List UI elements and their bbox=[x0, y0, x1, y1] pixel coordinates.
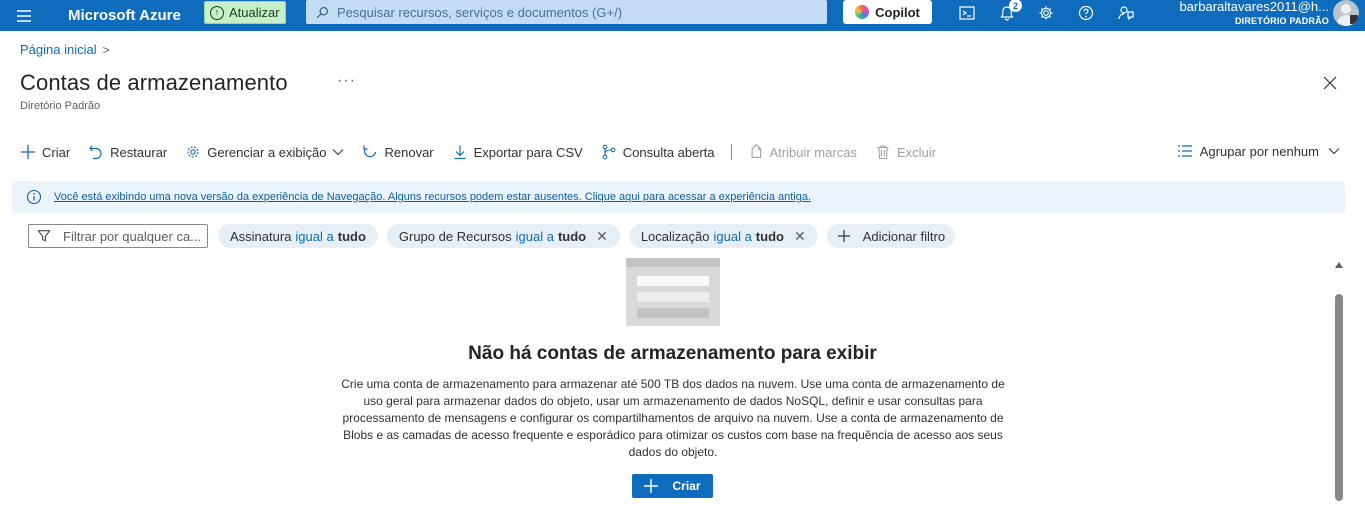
refresh-label: Renovar bbox=[384, 144, 434, 160]
info-banner: Você está exibindo uma nova versão da ex… bbox=[12, 181, 1345, 213]
create-command[interactable]: Criar bbox=[20, 144, 70, 160]
update-button[interactable]: ↑ Atualizar bbox=[204, 1, 286, 24]
pill-field: Assinatura bbox=[230, 228, 292, 244]
pill-field: Grupo de Recursos bbox=[398, 228, 512, 244]
help-icon[interactable] bbox=[1076, 3, 1096, 23]
remove-filter-icon[interactable]: ✕ bbox=[596, 228, 608, 245]
filter-pill-subscription[interactable]: Assinatura igual a tudo bbox=[218, 224, 378, 248]
pill-operator: igual a bbox=[515, 228, 554, 244]
delete-command[interactable]: Excluir bbox=[875, 144, 936, 160]
settings-gear-icon[interactable] bbox=[1036, 3, 1056, 23]
undo-icon bbox=[89, 145, 102, 160]
pill-value: tudo bbox=[755, 228, 784, 244]
chevron-down-icon bbox=[1328, 148, 1340, 155]
avatar[interactable] bbox=[1333, 0, 1359, 26]
more-options-button[interactable]: ··· bbox=[337, 72, 356, 90]
feedback-icon[interactable] bbox=[1116, 3, 1136, 23]
copilot-label: Copilot bbox=[875, 4, 920, 20]
notifications-icon[interactable]: 2 bbox=[997, 0, 1022, 23]
group-by-dropdown[interactable]: Agrupar por nenhum bbox=[1177, 143, 1340, 159]
global-search[interactable] bbox=[306, 0, 827, 24]
add-filter-label: Adicionar filtro bbox=[862, 228, 946, 244]
group-by-label: Agrupar por nenhum bbox=[1199, 143, 1319, 159]
breadcrumb-home[interactable]: Página inicial bbox=[20, 42, 97, 57]
manage-view-command[interactable]: Gerenciar a exibição bbox=[185, 144, 344, 160]
filter-pill-resource-group[interactable]: Grupo de Recursos igual a tudo ✕ bbox=[386, 224, 620, 248]
assign-tags-command[interactable]: Atribuir marcas bbox=[748, 144, 857, 160]
vertical-scrollbar[interactable] bbox=[1333, 258, 1345, 519]
command-separator bbox=[730, 144, 732, 160]
pill-value: tudo bbox=[557, 228, 587, 244]
search-input[interactable] bbox=[337, 4, 817, 20]
refresh-command[interactable]: Renovar bbox=[362, 144, 434, 160]
add-filter-button[interactable]: Adicionar filtro bbox=[826, 224, 956, 248]
download-icon bbox=[454, 145, 466, 160]
filter-box[interactable] bbox=[28, 224, 208, 248]
empty-state-title: Não há contas de armazenamento para exib… bbox=[468, 343, 877, 364]
query-icon bbox=[602, 144, 616, 160]
plus-icon bbox=[644, 479, 659, 493]
illustration-row bbox=[637, 308, 709, 318]
funnel-icon bbox=[37, 230, 51, 242]
page-subtitle: Diretório Padrão bbox=[20, 100, 101, 112]
open-query-command[interactable]: Consulta aberta bbox=[601, 144, 715, 160]
scroll-thumb[interactable] bbox=[1335, 294, 1343, 501]
brand-title[interactable]: Microsoft Azure bbox=[68, 7, 181, 24]
refresh-icon bbox=[363, 145, 377, 158]
plus-icon bbox=[21, 145, 35, 159]
create-label: Criar bbox=[42, 144, 71, 160]
pill-field: Localização bbox=[640, 228, 710, 244]
close-icon[interactable] bbox=[1322, 75, 1338, 91]
list-icon bbox=[1177, 145, 1192, 157]
illustration-header bbox=[626, 258, 720, 267]
account-directory: DIRETÓRIO PADRÃO bbox=[1234, 16, 1329, 26]
empty-state-description: Crie uma conta de armazenamento para arm… bbox=[341, 377, 1005, 459]
chevron-down-icon bbox=[333, 149, 344, 156]
copilot-icon bbox=[855, 5, 870, 19]
info-icon bbox=[26, 189, 42, 205]
search-icon bbox=[316, 6, 328, 18]
restore-command[interactable]: Restaurar bbox=[88, 144, 167, 160]
empty-list-illustration bbox=[626, 258, 720, 326]
copilot-button[interactable]: Copilot bbox=[843, 0, 932, 24]
remove-filter-icon[interactable]: ✕ bbox=[794, 228, 806, 245]
export-csv-label: Exportar para CSV bbox=[473, 144, 583, 160]
delete-label: Excluir bbox=[896, 144, 936, 160]
breadcrumb: Página inicial > bbox=[20, 42, 110, 57]
filter-input[interactable] bbox=[63, 228, 203, 244]
filter-row: Assinatura igual a tudo Grupo de Recurso… bbox=[28, 224, 964, 248]
cloud-shell-icon[interactable] bbox=[957, 3, 977, 23]
gear-icon bbox=[187, 146, 199, 158]
export-csv-command[interactable]: Exportar para CSV bbox=[452, 144, 583, 160]
account-info[interactable]: barbaraltavares2011@h... DIRETÓRIO PADRÃ… bbox=[1167, 0, 1329, 26]
manage-view-label: Gerenciar a exibição bbox=[207, 144, 327, 160]
filter-pill-location[interactable]: Localização igual a tudo ✕ bbox=[628, 224, 818, 248]
tag-icon bbox=[751, 144, 761, 158]
restore-label: Restaurar bbox=[110, 144, 168, 160]
open-query-label: Consulta aberta bbox=[622, 144, 715, 160]
illustration-row bbox=[637, 292, 709, 302]
plus-icon bbox=[837, 230, 850, 242]
trash-icon bbox=[877, 145, 889, 160]
page-title: Contas de armazenamento bbox=[20, 70, 288, 95]
account-email: barbaraltavares2011@h... bbox=[1179, 0, 1329, 14]
assign-tags-label: Atribuir marcas bbox=[769, 144, 857, 160]
pill-operator: igual a bbox=[295, 228, 334, 244]
pill-value: tudo bbox=[337, 228, 366, 244]
breadcrumb-separator: > bbox=[102, 42, 110, 57]
command-bar: Criar Restaurar Gerenciar a exibição Ren… bbox=[20, 140, 954, 164]
avatar-head bbox=[1341, 4, 1351, 14]
arrow-up-icon: ↑ bbox=[210, 5, 224, 20]
create-button-label: Criar bbox=[672, 479, 701, 493]
illustration-row bbox=[637, 276, 709, 286]
classic-experience-link[interactable]: Você está exibindo uma nova versão da ex… bbox=[54, 191, 811, 203]
menu-icon[interactable] bbox=[0, 0, 48, 31]
update-label: Atualizar bbox=[229, 5, 280, 20]
pill-operator: igual a bbox=[713, 228, 752, 244]
scroll-up-arrow-icon[interactable] bbox=[1335, 262, 1343, 268]
create-storage-account-button[interactable]: Criar bbox=[632, 474, 713, 498]
lock-icon bbox=[1350, 15, 1358, 24]
